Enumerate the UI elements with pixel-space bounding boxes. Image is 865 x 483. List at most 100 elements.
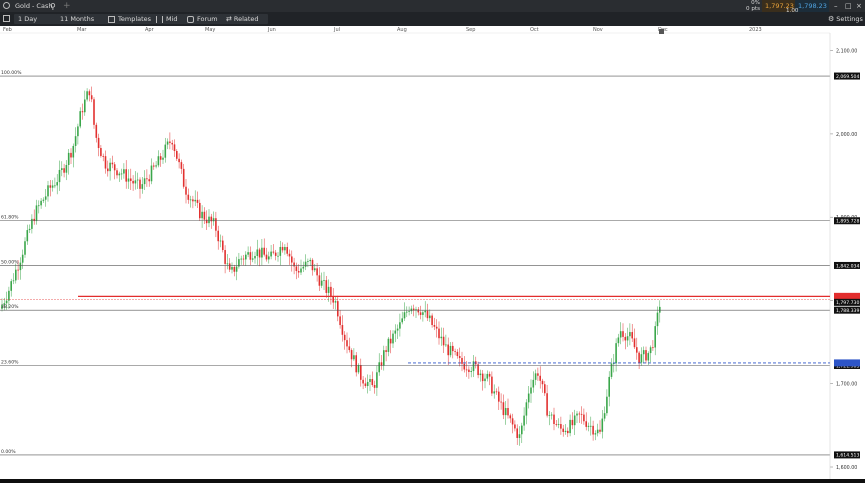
candle-body	[592, 425, 594, 435]
candle-body	[656, 312, 659, 327]
candle-body	[95, 124, 98, 138]
candle-body	[373, 385, 376, 388]
forum-label: Forum	[197, 15, 218, 23]
candle-body	[477, 364, 479, 376]
candle-body	[360, 365, 362, 380]
candle-body	[38, 205, 40, 207]
candle-body	[153, 165, 155, 167]
settings-button[interactable]: ⚙ Settings	[828, 14, 863, 24]
candle-body	[10, 281, 12, 291]
close-icon[interactable]: ×	[856, 0, 862, 12]
candle-body	[44, 196, 47, 200]
fib-label: 61.80%	[1, 215, 19, 221]
interval-select[interactable]: 1 Day	[14, 14, 60, 24]
templates-button[interactable]: Templates	[104, 14, 156, 24]
candle-body	[166, 141, 169, 145]
candle-body	[445, 344, 447, 346]
candle-body	[302, 266, 305, 269]
candle-body	[525, 402, 528, 416]
candle-body	[233, 266, 236, 272]
candle-body	[134, 180, 137, 184]
price-chart[interactable]: FebMarAprMayJunJulAugSepOctNovDec2023 10…	[0, 26, 865, 479]
candle-body	[470, 371, 472, 373]
candle-body	[159, 156, 162, 160]
candle-body	[424, 310, 426, 313]
instrument-title: Gold - Cash	[15, 2, 53, 10]
instrument-menu-icon[interactable]	[3, 2, 10, 9]
candle-body	[291, 256, 293, 263]
candle-body	[555, 424, 558, 425]
candle-body	[654, 326, 656, 348]
candle-body	[594, 433, 597, 435]
candle-body	[104, 156, 107, 169]
search-icon[interactable]: ⚲	[50, 1, 56, 12]
candle-body	[102, 155, 104, 157]
candle-body	[286, 247, 288, 254]
candle-body	[47, 185, 49, 197]
candle-body	[350, 350, 353, 360]
add-tab-icon[interactable]: +	[63, 0, 71, 12]
candle-body	[339, 316, 341, 326]
month-label: May	[205, 27, 215, 33]
candle-body	[353, 355, 355, 360]
related-button[interactable]: ⇄ Related	[222, 14, 268, 24]
candle-body	[599, 429, 601, 432]
candle-body	[532, 379, 535, 388]
candle-body	[67, 152, 70, 166]
candle-body	[348, 346, 351, 351]
candle-body	[403, 312, 406, 319]
month-label: Feb	[3, 27, 12, 33]
chart-area[interactable]: FebMarAprMayJunJulAugSepOctNovDec2023 10…	[0, 26, 865, 479]
candle-body	[199, 202, 201, 219]
candle-body	[97, 137, 100, 149]
range-select[interactable]: 11 Months	[56, 14, 108, 24]
mid-button[interactable]: Mid	[152, 14, 187, 24]
candle-body	[281, 246, 284, 251]
candle-body	[541, 380, 544, 385]
settings-label: Settings	[836, 15, 863, 23]
candle-body	[369, 379, 371, 382]
minimize-icon[interactable]: –	[834, 0, 838, 12]
candle-body	[42, 199, 45, 201]
candle-body	[468, 369, 470, 373]
candle-body	[182, 168, 185, 187]
candle-body	[201, 211, 203, 219]
current-price-value: 1,797.730	[836, 300, 859, 306]
candle-body	[178, 158, 180, 163]
candle-body	[268, 256, 270, 260]
candle-body	[40, 200, 42, 206]
candle-body	[58, 169, 61, 183]
forum-icon	[187, 15, 194, 23]
forum-button[interactable]: Forum	[183, 14, 226, 24]
candle-body	[343, 334, 346, 341]
candle-body	[422, 312, 424, 315]
candle-body	[603, 413, 606, 419]
candle-body	[125, 169, 127, 182]
candle-body	[440, 336, 443, 339]
chart-toolbar: 1 Day 11 Months Templates Mid Forum ⇄ Rel…	[0, 12, 865, 26]
candle-body	[493, 391, 495, 394]
layout-icon[interactable]	[3, 15, 10, 22]
candle-body	[113, 164, 116, 171]
candle-body	[454, 351, 456, 352]
buy-button[interactable]: 1,798.23	[795, 0, 829, 12]
candle-body	[640, 354, 643, 363]
y-tick-label: 2,100.00	[836, 49, 857, 55]
candle-body	[28, 228, 31, 231]
candle-body	[355, 355, 357, 373]
maximize-icon[interactable]: □	[845, 0, 852, 12]
candle-body	[288, 253, 291, 257]
month-axis-bg	[0, 26, 865, 33]
candle-body	[401, 318, 403, 323]
candle-body	[514, 424, 516, 429]
buy-price: 1,798.23	[798, 2, 827, 10]
candle-body	[93, 99, 95, 125]
interval-label: 1 Day	[18, 15, 38, 23]
candle-body	[219, 240, 222, 242]
candle-body	[323, 280, 325, 281]
candle-body	[615, 343, 617, 364]
candle-body	[523, 415, 525, 426]
candle-body	[456, 351, 459, 357]
candle-body	[433, 325, 436, 327]
month-label: Oct	[530, 27, 539, 33]
